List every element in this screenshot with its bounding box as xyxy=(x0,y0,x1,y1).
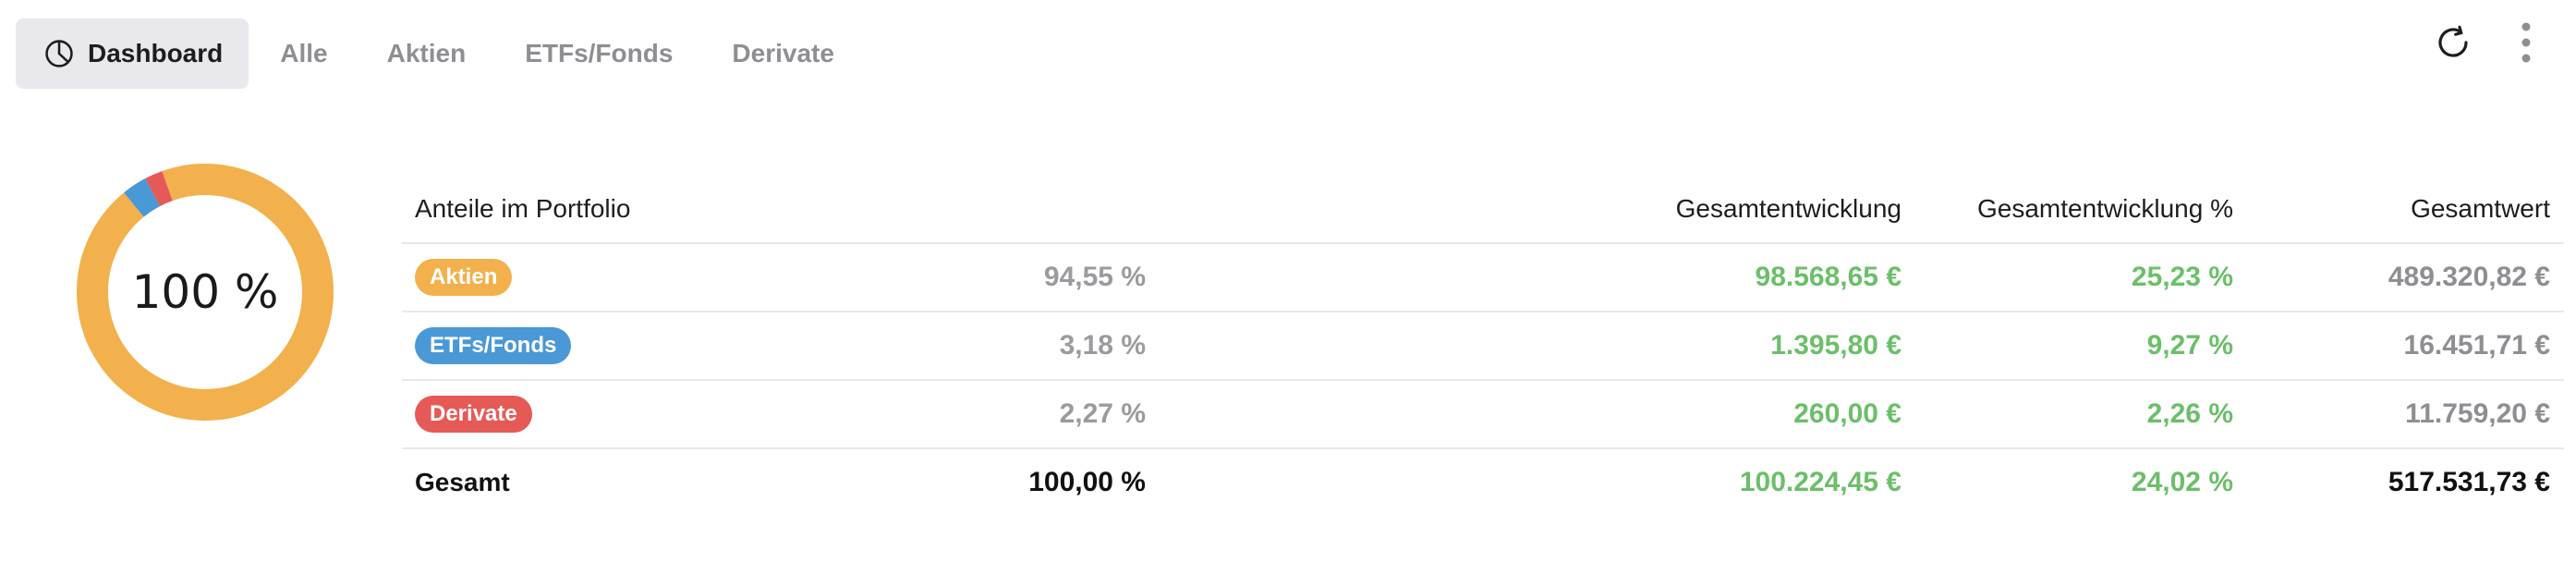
table-row-aktien[interactable]: Aktien 94,55 % 98.568,65 € 25,23 % 489.3… xyxy=(402,244,2564,312)
tab-label: Dashboard xyxy=(88,39,224,67)
row-total-value: 16.451,71 € xyxy=(2403,330,2550,361)
row-share-percent: 2,27 % xyxy=(1059,398,1146,429)
header-total-value: Gesamtwert xyxy=(2411,194,2550,223)
table-row-summary: Gesamt 100,00 % 100.224,45 € 24,02 % 517… xyxy=(402,449,2564,516)
tab-derivate[interactable]: Derivate xyxy=(704,18,862,89)
tab-etfs-fonds[interactable]: ETFs/Fonds xyxy=(497,18,700,89)
summary-development: 100.224,45 € xyxy=(1739,467,1902,497)
tab-label: ETFs/Fonds xyxy=(525,39,674,67)
tab-bar: Dashboard Alle Aktien ETFs/Fonds Derivat… xyxy=(16,18,866,89)
tab-label: Aktien xyxy=(386,39,467,67)
header-total-development-percent: Gesamtentwicklung % xyxy=(1976,194,2233,223)
row-development: 260,00 € xyxy=(1793,398,1902,429)
asset-badge-derivate: Derivate xyxy=(415,396,532,433)
summary-total-value: 517.531,73 € xyxy=(2388,467,2550,497)
tab-alle[interactable]: Alle xyxy=(252,18,355,89)
row-share-percent: 94,55 % xyxy=(1043,262,1146,292)
asset-badge-aktien: Aktien xyxy=(415,259,513,296)
row-label-cell: Derivate xyxy=(415,381,532,447)
pie-chart-icon xyxy=(43,38,75,69)
tab-label: Derivate xyxy=(732,39,834,67)
more-vertical-icon xyxy=(2520,21,2533,68)
row-label-cell: Aktien xyxy=(415,244,513,311)
row-development: 1.395,80 € xyxy=(1770,330,1902,361)
portfolio-donut-chart: 100 % xyxy=(72,159,338,425)
portfolio-table: Anteile im Portfolio Gesamtentwicklung G… xyxy=(402,176,2564,516)
row-total-value: 489.320,82 € xyxy=(2388,262,2550,292)
asset-badge-etfs-fonds: ETFs/Fonds xyxy=(415,327,572,364)
row-development-percent: 9,27 % xyxy=(2146,330,2233,361)
header-total-development: Gesamtentwicklung xyxy=(1675,194,1902,223)
top-toolbar: Dashboard Alle Aktien ETFs/Fonds Derivat… xyxy=(0,0,2576,109)
tab-label: Alle xyxy=(280,39,328,67)
row-development-percent: 25,23 % xyxy=(2131,262,2233,292)
header-share: Anteile im Portfolio xyxy=(415,194,631,223)
summary-share-percent: 100,00 % xyxy=(1028,467,1146,497)
table-row-derivate[interactable]: Derivate 2,27 % 260,00 € 2,26 % 11.759,2… xyxy=(402,381,2564,449)
table-row-etfs-fonds[interactable]: ETFs/Fonds 3,18 % 1.395,80 € 9,27 % 16.4… xyxy=(402,312,2564,381)
refresh-icon xyxy=(2434,23,2473,67)
tab-aktien[interactable]: Aktien xyxy=(359,18,494,89)
summary-development-percent: 24,02 % xyxy=(2131,467,2233,497)
row-total-value: 11.759,20 € xyxy=(2405,398,2550,429)
row-development: 98.568,65 € xyxy=(1755,262,1902,292)
row-share-percent: 3,18 % xyxy=(1059,330,1146,361)
more-options-button[interactable] xyxy=(2500,18,2552,70)
donut-center-label: 100 % xyxy=(131,265,279,319)
row-development-percent: 2,26 % xyxy=(2146,398,2233,429)
row-label-cell: ETFs/Fonds xyxy=(415,312,572,379)
refresh-button[interactable] xyxy=(2427,18,2479,70)
tab-dashboard[interactable]: Dashboard xyxy=(16,18,249,89)
summary-label: Gesamt xyxy=(415,468,510,496)
table-header: Anteile im Portfolio Gesamtentwicklung G… xyxy=(402,176,2564,244)
